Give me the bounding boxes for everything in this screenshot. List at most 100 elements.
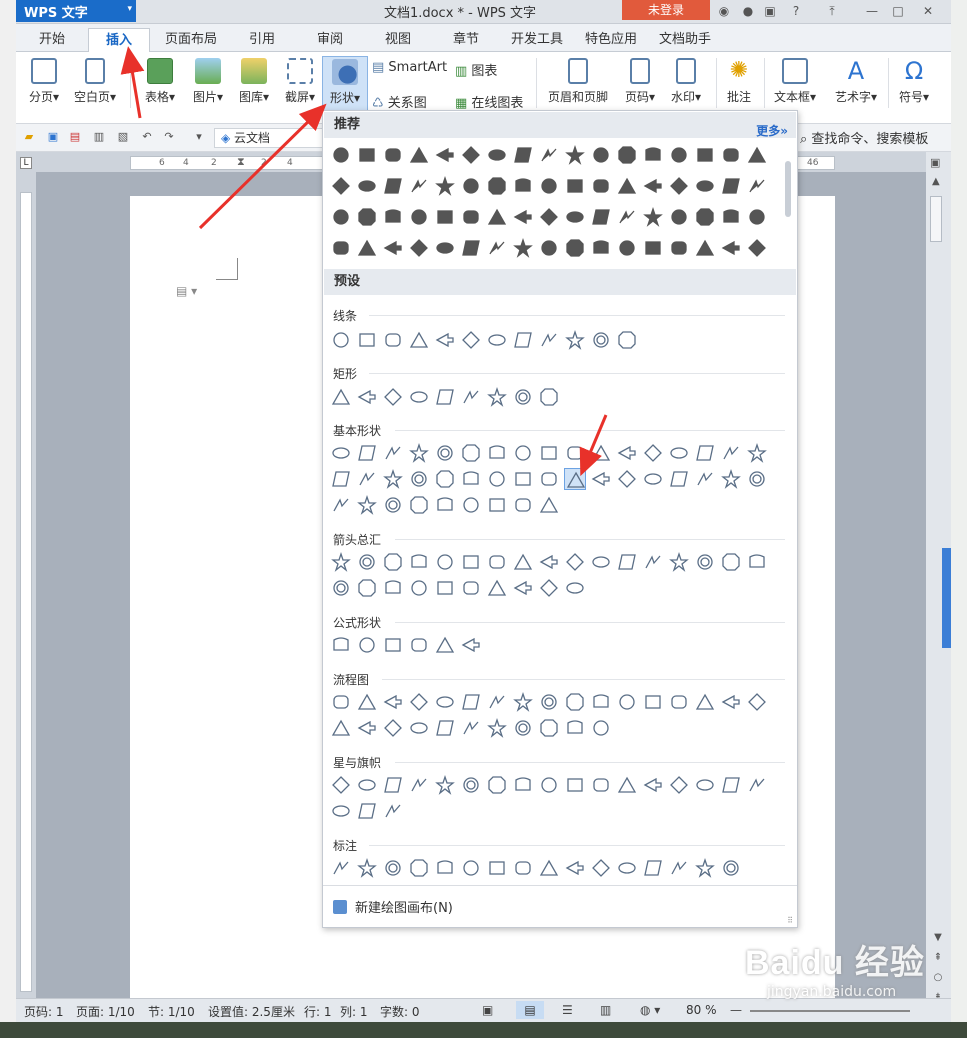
recommended-shape[interactable] [330, 175, 352, 197]
restore-ribbon-icon[interactable]: ⤒ [824, 3, 840, 19]
relation-chart-button[interactable]: ♺ 关系图 [372, 92, 427, 111]
shape-option[interactable] [408, 634, 430, 656]
shape-option[interactable] [434, 494, 456, 516]
shape-option[interactable] [330, 551, 352, 573]
shape-option[interactable] [408, 386, 430, 408]
recommended-shape[interactable] [746, 144, 768, 166]
recommended-shape[interactable] [720, 237, 742, 259]
recommended-shape[interactable] [746, 206, 768, 228]
shape-option[interactable] [330, 634, 352, 656]
wps-menu-button[interactable]: WPS 文字 ▾ [16, 0, 136, 22]
shape-option[interactable] [382, 634, 404, 656]
comment-button[interactable]: ✺ 批注 [720, 56, 758, 112]
shape-option[interactable] [538, 774, 560, 796]
shape-option[interactable] [460, 386, 482, 408]
recommended-shape[interactable] [434, 237, 456, 259]
shapes-button[interactable]: 形状▾ [322, 56, 368, 112]
recommended-shape[interactable] [564, 144, 586, 166]
scroll-up-icon[interactable]: ▲ [932, 176, 940, 187]
shape-option[interactable] [486, 774, 508, 796]
screenshot-button[interactable]: 截屏▾ [278, 56, 322, 112]
more-shapes-link[interactable]: 更多» [756, 118, 788, 144]
recommended-shape[interactable] [382, 206, 404, 228]
tab-doc-assistant[interactable]: 文档助手 [652, 28, 718, 52]
shape-option[interactable] [590, 442, 612, 464]
shape-option[interactable] [356, 774, 378, 796]
tab-special[interactable]: 特色应用 [578, 28, 644, 52]
shape-option[interactable] [330, 468, 352, 490]
shape-option[interactable] [512, 774, 534, 796]
shape-option[interactable] [564, 717, 586, 739]
shape-option[interactable] [434, 691, 456, 713]
blank-page-button[interactable]: 空白页▾ [70, 56, 120, 112]
shape-option[interactable] [486, 551, 508, 573]
shape-option[interactable] [408, 691, 430, 713]
shape-option[interactable] [382, 857, 404, 879]
shape-option[interactable] [460, 691, 482, 713]
recommended-shape[interactable] [720, 144, 742, 166]
shape-option[interactable] [590, 468, 612, 490]
shape-option[interactable] [486, 329, 508, 351]
shape-option[interactable] [538, 551, 560, 573]
shape-option[interactable] [694, 551, 716, 573]
shape-option[interactable] [538, 442, 560, 464]
shape-option[interactable] [460, 329, 482, 351]
shape-option[interactable] [486, 857, 508, 879]
open-icon[interactable]: ▰ [22, 130, 36, 144]
shape-option[interactable] [382, 468, 404, 490]
shape-option[interactable] [486, 442, 508, 464]
help-icon[interactable]: ? [788, 3, 804, 19]
shape-option[interactable] [486, 691, 508, 713]
status-section[interactable]: 节: 1/10 [148, 1003, 195, 1020]
donut-shape[interactable] [564, 468, 586, 490]
shape-option[interactable] [486, 386, 508, 408]
save-icon[interactable]: ▣ [46, 130, 60, 144]
shape-option[interactable] [538, 329, 560, 351]
zoom-level[interactable]: 80 % [686, 1003, 717, 1017]
recommended-shape[interactable] [642, 175, 664, 197]
gallery-button[interactable]: 图库▾ [232, 56, 276, 112]
export-pdf-icon[interactable]: ▤ [68, 130, 82, 144]
shape-option[interactable] [330, 774, 352, 796]
undo-icon[interactable]: ↶ [140, 130, 154, 144]
status-page[interactable]: 页码: 1 [24, 1003, 64, 1020]
recommended-shape[interactable] [382, 175, 404, 197]
tab-stop-selector[interactable]: L [20, 157, 32, 169]
shape-option[interactable] [356, 386, 378, 408]
recommended-shape[interactable] [694, 237, 716, 259]
recommended-shape[interactable] [564, 175, 586, 197]
recommended-shape[interactable] [668, 144, 690, 166]
shape-option[interactable] [460, 442, 482, 464]
shape-option[interactable] [434, 329, 456, 351]
recommended-shape[interactable] [512, 206, 534, 228]
recommended-shape[interactable] [460, 237, 482, 259]
close-icon[interactable]: ✕ [920, 3, 936, 19]
shape-option[interactable] [538, 857, 560, 879]
recommended-shape[interactable] [434, 175, 456, 197]
shape-option[interactable] [382, 774, 404, 796]
shape-option[interactable] [408, 774, 430, 796]
shape-option[interactable] [512, 386, 534, 408]
shape-option[interactable] [356, 442, 378, 464]
shape-option[interactable] [356, 800, 378, 822]
status-row[interactable]: 行: 1 [304, 1003, 332, 1020]
shape-option[interactable] [460, 551, 482, 573]
minimize-icon[interactable]: — [864, 3, 880, 19]
login-button[interactable]: 未登录 [622, 0, 710, 20]
wordart-button[interactable]: A 艺术字▾ [828, 56, 884, 112]
shape-option[interactable] [590, 774, 612, 796]
new-drawing-canvas-button[interactable]: 新建绘图画布(N) [333, 897, 789, 916]
shape-option[interactable] [486, 717, 508, 739]
recommended-shape[interactable] [512, 237, 534, 259]
recommended-shape[interactable] [720, 206, 742, 228]
shape-option[interactable] [460, 717, 482, 739]
recommended-shape[interactable] [486, 175, 508, 197]
recommended-shape[interactable] [564, 237, 586, 259]
recommended-shape[interactable] [356, 175, 378, 197]
shape-option[interactable] [720, 857, 742, 879]
page-number-button[interactable]: 页码▾ [618, 56, 662, 112]
shape-option[interactable] [616, 468, 638, 490]
shape-option[interactable] [356, 468, 378, 490]
shape-option[interactable] [668, 551, 690, 573]
shape-option[interactable] [434, 468, 456, 490]
